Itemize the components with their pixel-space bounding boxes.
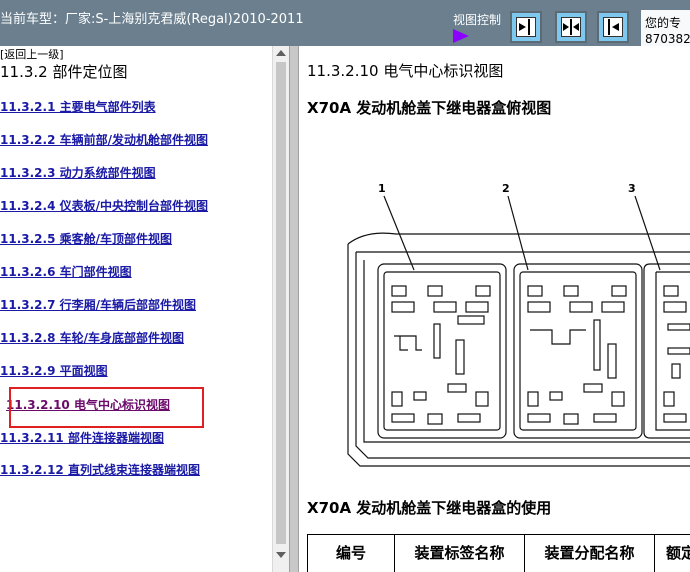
nav-item-dashboard-console[interactable]: 11.3.2.4 仪表板/中央控制台部件视图	[0, 197, 208, 214]
sidebar-nav: [返回上一级] 11.3.2 部件定位图 11.3.2.1 主要电气部件列表 1…	[0, 46, 272, 572]
callout-3: 3	[628, 182, 636, 195]
view-button-collapse-left[interactable]	[597, 11, 629, 43]
usage-heading: X70A 发动机舱盖下继电器盒的使用	[307, 499, 552, 517]
nav-item-wheels-underbody[interactable]: 11.3.2.8 车轮/车身底部部件视图	[0, 329, 184, 346]
current-car-model: 当前车型：厂家:S-上海别克君威(Regal)2010-2011	[0, 12, 304, 27]
nav-item-connector-end-views[interactable]: 11.3.2.11 部件连接器端视图	[0, 429, 164, 446]
content-pane: 11.3.2.10 电气中心标识视图 X70A 发动机舱盖下继电器盒俯视图 1 …	[300, 46, 690, 572]
relay-box-diagram: 1 2 3	[347, 182, 690, 467]
view-button-expand-right[interactable]	[510, 11, 542, 43]
diagram-title: X70A 发动机舱盖下继电器盒俯视图	[307, 99, 552, 117]
back-link[interactable]: [返回上一级]	[0, 46, 64, 62]
nav-item-inline-harness[interactable]: 11.3.2.12 直列式线束连接器端视图	[0, 461, 200, 478]
user-info-box: 您的专 8703820	[641, 10, 690, 46]
scroll-down-icon[interactable]	[276, 552, 286, 558]
column-header-label-name: 装置标签名称	[395, 535, 525, 572]
pane-collapse-left-icon	[603, 17, 623, 37]
callout-1: 1	[378, 182, 386, 195]
section-title: 11.3.2 部件定位图	[0, 63, 128, 81]
scroll-up-icon[interactable]	[276, 50, 286, 56]
nav-item-powertrain[interactable]: 11.3.2.3 动力系统部件视图	[0, 164, 156, 181]
nav-item-plan-view[interactable]: 11.3.2.9 平面视图	[0, 362, 108, 379]
top-bar: 当前车型：厂家:S-上海别克君威(Regal)2010-2011 视图控制 您的…	[0, 0, 690, 46]
user-info-line1: 您的专	[645, 16, 682, 30]
nav-item-passenger-roof[interactable]: 11.3.2.5 乘客舱/车顶部件视图	[0, 230, 172, 247]
play-arrow-icon	[453, 29, 469, 43]
column-header-assignment: 装置分配名称	[525, 535, 655, 572]
active-item-highlight	[9, 387, 204, 428]
user-info-line2: 8703820	[645, 32, 690, 46]
scrollbar-thumb[interactable]	[276, 62, 286, 544]
usage-table-header: 编号 装置标签名称 装置分配名称 额定	[307, 534, 690, 572]
nav-item-trunk-rear[interactable]: 11.3.2.7 行李厢/车辆后部部件视图	[0, 296, 196, 313]
nav-item-doors[interactable]: 11.3.2.6 车门部件视图	[0, 263, 132, 280]
view-button-split-both[interactable]	[555, 11, 587, 43]
sidebar-scrollbar[interactable]	[272, 46, 289, 572]
column-header-number: 编号	[308, 535, 395, 572]
callout-2: 2	[502, 182, 510, 195]
nav-item-front-engine-bay[interactable]: 11.3.2.2 车辆前部/发动机舱部件视图	[0, 131, 208, 148]
page-title: 11.3.2.10 电气中心标识视图	[307, 62, 504, 80]
nav-item-main-components[interactable]: 11.3.2.1 主要电气部件列表	[0, 98, 156, 115]
view-control-label: 视图控制	[453, 13, 502, 27]
pane-expand-right-icon	[516, 17, 536, 37]
column-header-rating: 额定	[655, 535, 690, 572]
pane-splitter[interactable]	[289, 46, 299, 572]
pane-split-both-icon	[561, 17, 581, 37]
